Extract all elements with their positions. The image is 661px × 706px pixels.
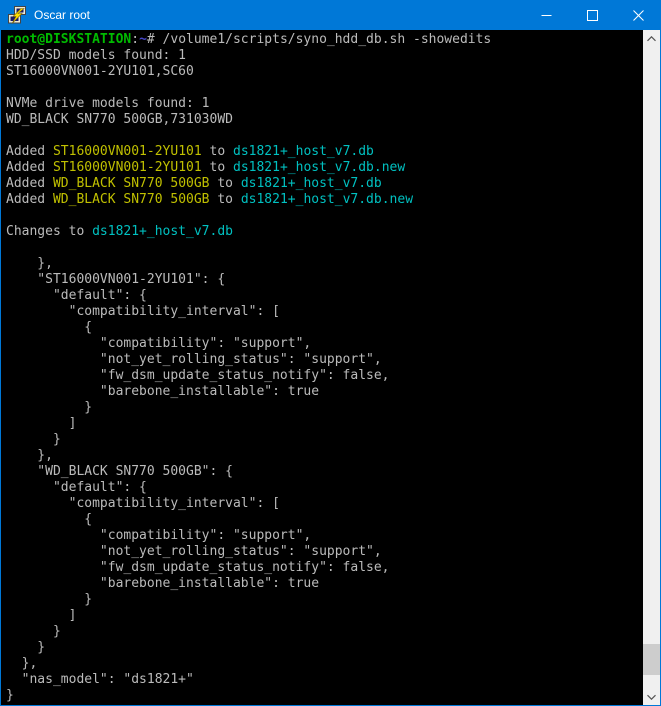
terminal-line: root@DISKSTATION:~# /volume1/scripts/syn… <box>6 32 643 48</box>
window-title: Oscar root <box>34 8 523 22</box>
close-icon <box>633 10 644 21</box>
terminal-line: "WD_BLACK SN770 500GB": { <box>6 464 643 480</box>
window-body: root@DISKSTATION:~# /volume1/scripts/syn… <box>0 30 661 706</box>
terminal-line: Added ST16000VN001-2YU101 to ds1821+_hos… <box>6 144 643 160</box>
scroll-up-button[interactable] <box>643 30 660 47</box>
terminal-line: "ST16000VN001-2YU101": { <box>6 272 643 288</box>
terminal-line: "fw_dsm_update_status_notify": false, <box>6 560 643 576</box>
terminal-line: "compatibility_interval": [ <box>6 496 643 512</box>
terminal-line: "not_yet_rolling_status": "support", <box>6 352 643 368</box>
terminal-line: ] <box>6 608 643 624</box>
terminal-line: "barebone_installable": true <box>6 384 643 400</box>
terminal-line: WD_BLACK SN770 500GB,731030WD <box>6 112 643 128</box>
terminal-line: ] <box>6 416 643 432</box>
putty-app-icon[interactable] <box>7 5 27 25</box>
terminal-line: } <box>6 640 643 656</box>
maximize-icon <box>587 10 598 21</box>
terminal-line: } <box>6 400 643 416</box>
terminal-line: }, <box>6 448 643 464</box>
chevron-up-icon <box>647 36 656 42</box>
terminal-line <box>6 208 643 224</box>
terminal-line: }, <box>6 656 643 672</box>
terminal-line: "compatibility": "support", <box>6 336 643 352</box>
close-button[interactable] <box>615 0 661 30</box>
terminal-line: "barebone_installable": true <box>6 576 643 592</box>
terminal-output[interactable]: root@DISKSTATION:~# /volume1/scripts/syn… <box>1 30 643 705</box>
terminal-line: Added ST16000VN001-2YU101 to ds1821+_hos… <box>6 160 643 176</box>
terminal-line: { <box>6 512 643 528</box>
terminal-line <box>6 128 643 144</box>
titlebar[interactable]: Oscar root <box>0 0 661 30</box>
terminal-line: } <box>6 432 643 448</box>
terminal-line: "nas_model": "ds1821+" <box>6 672 643 688</box>
terminal-line: Changes to ds1821+_host_v7.db <box>6 224 643 240</box>
maximize-button[interactable] <box>569 0 615 30</box>
terminal-line: Added WD_BLACK SN770 500GB to ds1821+_ho… <box>6 192 643 208</box>
terminal-line: "not_yet_rolling_status": "support", <box>6 544 643 560</box>
terminal-line: Added WD_BLACK SN770 500GB to ds1821+_ho… <box>6 176 643 192</box>
chevron-down-icon <box>647 694 656 700</box>
putty-window: Oscar root root@DISKSTATION:~# /volume1 <box>0 0 661 706</box>
terminal-line: "default": { <box>6 288 643 304</box>
terminal-line: NVMe drive models found: 1 <box>6 96 643 112</box>
terminal-line <box>6 240 643 256</box>
terminal-line: HDD/SSD models found: 1 <box>6 48 643 64</box>
caption-buttons <box>523 0 661 30</box>
terminal-line: } <box>6 688 643 704</box>
scrollbar[interactable] <box>643 30 660 705</box>
scrollbar-thumb[interactable] <box>643 644 660 675</box>
terminal-line: } <box>6 624 643 640</box>
minimize-button[interactable] <box>523 0 569 30</box>
terminal-line: } <box>6 592 643 608</box>
terminal-line: { <box>6 320 643 336</box>
terminal-line: "compatibility_interval": [ <box>6 304 643 320</box>
terminal-line: "default": { <box>6 480 643 496</box>
terminal-line: ST16000VN001-2YU101,SC60 <box>6 64 643 80</box>
scroll-down-button[interactable] <box>643 688 660 705</box>
terminal-line: }, <box>6 256 643 272</box>
minimize-icon <box>541 10 552 21</box>
terminal-line: "compatibility": "support", <box>6 528 643 544</box>
terminal-line: "fw_dsm_update_status_notify": false, <box>6 368 643 384</box>
terminal-line <box>6 80 643 96</box>
